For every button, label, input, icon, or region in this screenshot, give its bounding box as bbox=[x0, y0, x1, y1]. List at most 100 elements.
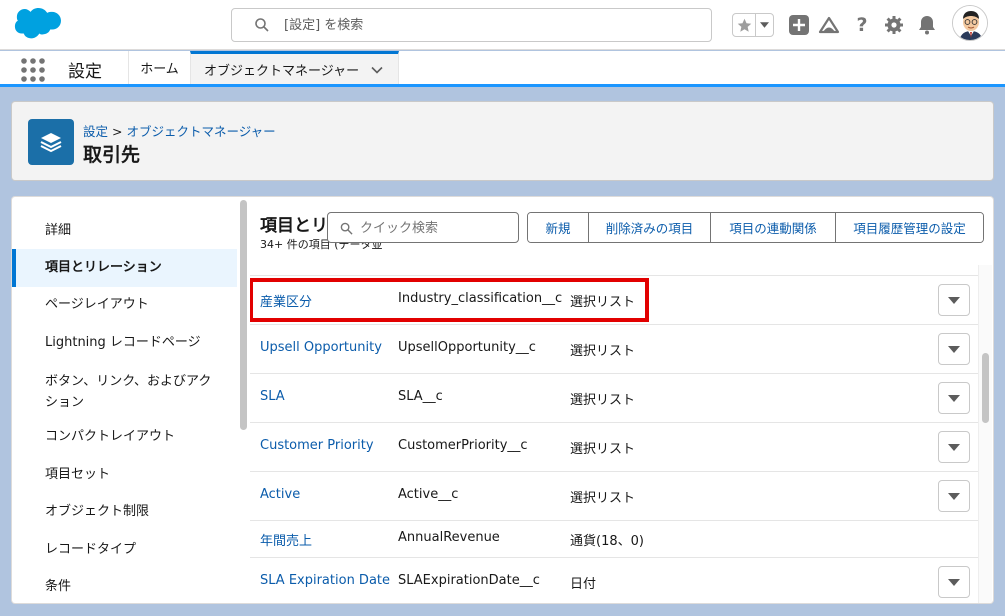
caret-down-icon bbox=[948, 394, 960, 402]
quick-search[interactable] bbox=[327, 212, 519, 243]
trailhead-icon bbox=[818, 16, 840, 34]
global-actions-button[interactable] bbox=[788, 14, 810, 36]
global-header: ? bbox=[0, 0, 1005, 50]
quick-search-input[interactable] bbox=[360, 218, 510, 238]
breadcrumb: 設定 > オブジェクトマネージャー bbox=[83, 121, 276, 140]
page-header: 設定 > オブジェクトマネージャー 取引先 bbox=[11, 101, 994, 181]
favorite-star-button[interactable] bbox=[733, 14, 755, 36]
field-actions-button-group: 新規 削除済みの項目 項目の連動関係 項目履歴管理の設定 bbox=[527, 212, 984, 243]
breadcrumb-setup-link[interactable]: 設定 bbox=[83, 124, 108, 139]
row-action-button[interactable] bbox=[938, 333, 970, 365]
tab-home[interactable]: ホーム bbox=[128, 51, 190, 84]
new-field-button[interactable]: 新規 bbox=[528, 213, 588, 242]
table-row: Active Active__c 選択リスト bbox=[250, 471, 978, 520]
table-row: SLA SLA__c 選択リスト bbox=[250, 373, 978, 422]
help-button[interactable]: ? bbox=[851, 14, 873, 36]
table-row: 年間売上 AnnualRevenue 通貨(18、0) bbox=[250, 520, 978, 557]
caret-down-icon bbox=[948, 443, 960, 451]
app-name: 設定 bbox=[68, 62, 102, 82]
field-type: 通貨(18、0) bbox=[570, 534, 644, 549]
field-type: 選択リスト bbox=[570, 344, 636, 359]
field-api-name: SLA__c bbox=[398, 389, 443, 404]
field-history-tracking-button[interactable]: 項目履歴管理の設定 bbox=[835, 213, 983, 242]
field-label-link[interactable]: Customer Priority bbox=[260, 438, 374, 453]
caret-down-icon bbox=[760, 22, 769, 28]
notifications-button[interactable] bbox=[916, 14, 938, 36]
sidebar-item-details[interactable]: 詳細 bbox=[12, 221, 237, 240]
table-row: SLA Expiration Date SLAExpirationDate__c… bbox=[250, 557, 978, 603]
setup-button[interactable] bbox=[883, 14, 905, 36]
global-search-input[interactable] bbox=[284, 15, 684, 35]
salesforce-logo[interactable] bbox=[14, 6, 62, 44]
breadcrumb-separator: > bbox=[112, 124, 123, 139]
trailhead-button[interactable] bbox=[818, 14, 840, 36]
field-api-name: Active__c bbox=[398, 487, 459, 502]
tab-object-manager[interactable]: オブジェクトマネージャー bbox=[190, 51, 399, 84]
row-action-button[interactable] bbox=[938, 431, 970, 463]
caret-down-icon bbox=[948, 578, 960, 586]
fields-panel: 項目とリ 34+ 件の項目 (データ並 新規 削除済みの項目 項目の連動関係 項… bbox=[250, 196, 994, 604]
row-action-button[interactable] bbox=[938, 480, 970, 512]
field-type: 選択リスト bbox=[570, 442, 636, 457]
sidebar-item-field-sets[interactable]: 項目セット bbox=[12, 465, 237, 484]
fields-scrollbar[interactable] bbox=[978, 265, 992, 603]
page-title: 取引先 bbox=[83, 144, 141, 166]
breadcrumb-object-manager-link[interactable]: オブジェクトマネージャー bbox=[126, 124, 275, 139]
sidebar-scrollbar[interactable] bbox=[237, 196, 250, 604]
sidebar-item-fields-relationships[interactable]: 項目とリレーション bbox=[12, 249, 237, 287]
field-api-name: UpsellOpportunity__c bbox=[398, 340, 536, 355]
field-label-link[interactable]: Active bbox=[260, 487, 300, 502]
favorites-group bbox=[732, 13, 774, 37]
field-type: 選択リスト bbox=[570, 295, 636, 310]
field-type: 選択リスト bbox=[570, 393, 636, 408]
table-row: 産業区分 Industry_classification__c 選択リスト bbox=[250, 275, 978, 324]
user-avatar[interactable] bbox=[952, 5, 988, 41]
deleted-fields-button[interactable]: 削除済みの項目 bbox=[588, 213, 710, 242]
context-bar: 設定 ホーム オブジェクトマネージャー bbox=[0, 51, 1005, 87]
field-label-link[interactable]: Upsell Opportunity bbox=[260, 340, 382, 355]
sidebar-item-buttons-links-actions[interactable]: ボタン、リンク、およびアクション bbox=[12, 371, 237, 413]
app-launcher-icon[interactable] bbox=[20, 57, 46, 83]
field-label-link[interactable]: SLA Expiration Date bbox=[260, 573, 390, 588]
avatar-image bbox=[953, 6, 987, 40]
search-icon bbox=[340, 222, 353, 235]
help-icon: ? bbox=[856, 14, 868, 36]
bell-icon bbox=[919, 16, 935, 35]
favorites-dropdown-button[interactable] bbox=[755, 14, 773, 36]
sidebar-item-compact-layouts[interactable]: コンパクトレイアウト bbox=[12, 427, 237, 446]
field-label-link[interactable]: SLA bbox=[260, 389, 285, 404]
sidebar-item-lightning-record-pages[interactable]: Lightning レコードページ bbox=[12, 333, 237, 352]
search-icon bbox=[255, 18, 269, 32]
caret-down-icon bbox=[948, 296, 960, 304]
field-type: 選択リスト bbox=[570, 491, 636, 506]
fields-scrollbar-thumb[interactable] bbox=[982, 353, 989, 423]
row-action-button[interactable] bbox=[938, 382, 970, 414]
row-action-button[interactable] bbox=[938, 284, 970, 316]
field-label-link[interactable]: 年間売上 bbox=[260, 530, 312, 549]
sidebar-item-record-types[interactable]: レコードタイプ bbox=[12, 540, 237, 559]
gear-icon bbox=[885, 16, 903, 34]
field-dependencies-button[interactable]: 項目の連動関係 bbox=[710, 213, 835, 242]
global-search[interactable] bbox=[231, 8, 712, 42]
add-icon bbox=[789, 15, 809, 35]
sidebar-item-object-limits[interactable]: オブジェクト制限 bbox=[12, 502, 237, 521]
layers-icon bbox=[40, 133, 62, 153]
table-row: Customer Priority CustomerPriority__c 選択… bbox=[250, 422, 978, 471]
caret-down-icon bbox=[948, 492, 960, 500]
table-row: Upsell Opportunity UpsellOpportunity__c … bbox=[250, 324, 978, 373]
field-label-link[interactable]: 産業区分 bbox=[260, 291, 312, 310]
caret-down-icon bbox=[948, 345, 960, 353]
object-sidebar: 詳細 項目とリレーション ページレイアウト Lightning レコードページ … bbox=[11, 196, 237, 604]
object-icon bbox=[28, 119, 74, 165]
star-icon bbox=[737, 18, 751, 32]
section-title: 項目とリ bbox=[260, 216, 328, 236]
sidebar-item-page-layouts[interactable]: ページレイアウト bbox=[12, 295, 237, 314]
sidebar-scrollbar-thumb[interactable] bbox=[240, 200, 247, 430]
sidebar-item-conditions[interactable]: 条件 bbox=[12, 577, 237, 596]
tab-home-label: ホーム bbox=[140, 62, 179, 77]
field-api-name: SLAExpirationDate__c bbox=[398, 573, 540, 588]
field-api-name: AnnualRevenue bbox=[398, 530, 500, 545]
chevron-down-icon[interactable] bbox=[370, 63, 384, 77]
field-type: 日付 bbox=[570, 577, 597, 592]
row-action-button[interactable] bbox=[938, 566, 970, 598]
